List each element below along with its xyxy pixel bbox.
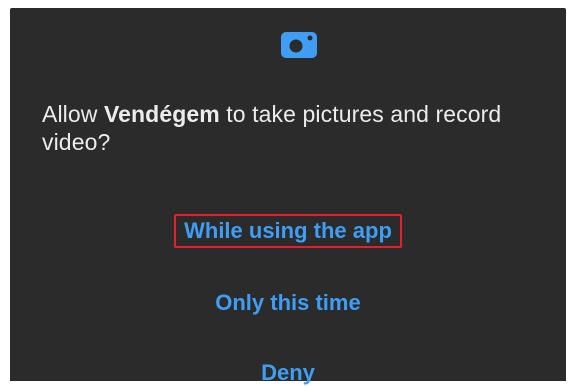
app-name: Vendégem [103,101,220,127]
only-this-time-button[interactable]: Only this time [10,290,566,316]
permission-dialog: Allow Vendégem to take pictures and reco… [10,8,566,385]
permission-prompt: Allow Vendégem to take pictures and reco… [42,100,542,156]
while-using-app-label: While using the app [174,214,402,248]
screen: Allow Vendégem to take pictures and reco… [0,0,576,385]
deny-button[interactable]: Deny [10,360,566,386]
camera-icon [281,32,317,58]
while-using-app-button[interactable]: While using the app [10,214,566,248]
prompt-prefix: Allow [42,101,104,127]
